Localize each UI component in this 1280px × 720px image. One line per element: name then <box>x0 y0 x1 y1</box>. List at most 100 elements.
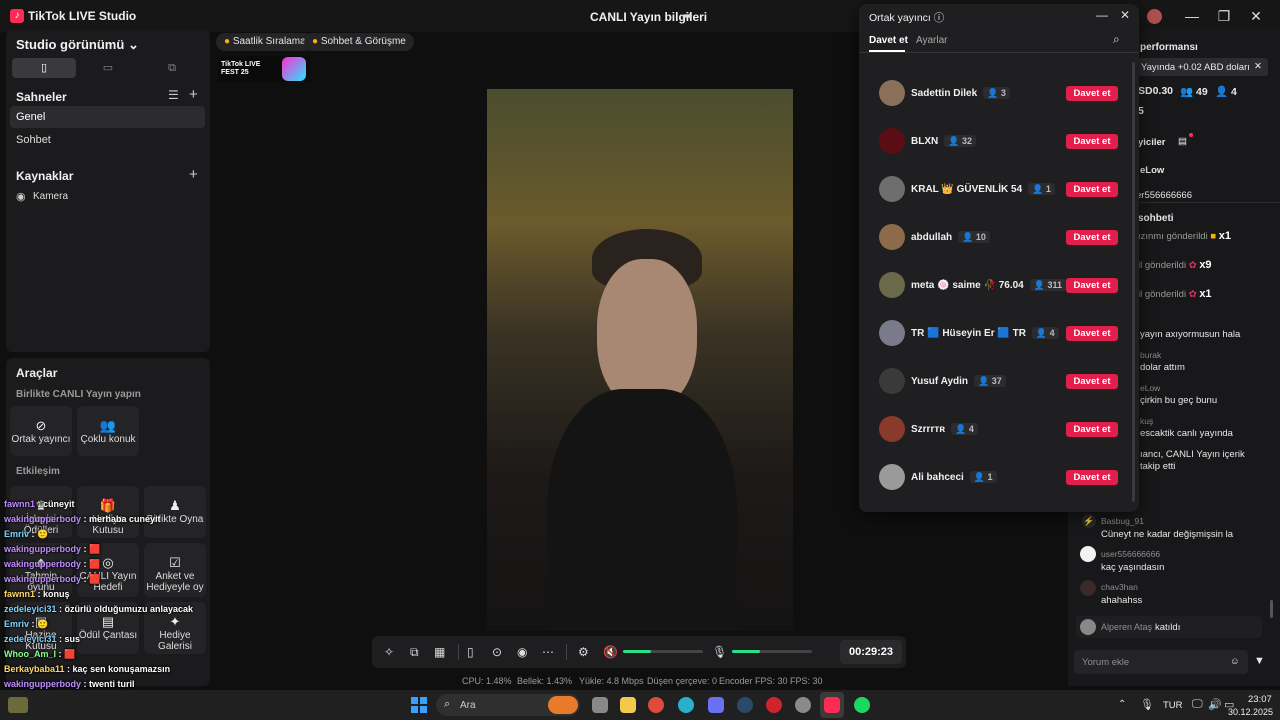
gift-row: il gönderildi ✿ x1 <box>1138 288 1212 300</box>
invite-button[interactable]: Davet et <box>1066 422 1118 437</box>
chat-user: Basbug_91 <box>1101 516 1145 526</box>
studio-view-dropdown[interactable]: Studio görünümü ⌄ <box>16 37 139 53</box>
user-icon: 👤 <box>973 472 986 482</box>
volume-icon[interactable]: 🔊 <box>1208 698 1222 711</box>
mic-tray-icon[interactable]: 🎙 <box>1140 698 1154 711</box>
file-explorer-icon[interactable] <box>620 697 636 713</box>
live-fest-badge[interactable]: TikTok LIVE FEST 25 <box>218 56 310 82</box>
invitee-avatar <box>879 272 905 298</box>
widgets-icon[interactable] <box>8 697 28 713</box>
scene-item-sohbet[interactable]: Sohbet <box>16 134 51 146</box>
invite-button[interactable]: Davet et <box>1066 374 1118 389</box>
camera-icon: ◉ <box>16 191 26 203</box>
multi-guest-tool[interactable]: 👥 Çoklu konuk <box>77 406 139 456</box>
chat-message: takip etti <box>1140 461 1176 472</box>
invite-panel-title: Ortak yayıncı ⓘ <box>869 12 945 24</box>
invitee-avatar <box>879 128 905 154</box>
portrait-view-button[interactable]: ▯ <box>12 58 76 78</box>
sources-title: Kaynaklar <box>16 169 74 183</box>
add-scene-icon[interactable]: + <box>189 86 198 103</box>
speaker-mute-icon[interactable]: 🔇 <box>603 645 618 659</box>
invitee-avatar <box>879 320 905 346</box>
close-icon[interactable]: ✕ <box>1242 6 1270 26</box>
volume-slider[interactable] <box>623 650 703 653</box>
share-icon[interactable]: ➦ <box>682 8 693 24</box>
user-icon: 👤 <box>962 232 974 242</box>
close-banner-icon[interactable]: ✕ <box>1254 61 1262 72</box>
pill-label: Saatlik Sıralama <box>232 36 306 47</box>
maximize-icon[interactable]: ❐ <box>1210 6 1238 26</box>
invite-button[interactable]: Davet et <box>1066 230 1118 245</box>
edge-icon[interactable] <box>678 697 694 713</box>
invite-button[interactable]: Davet et <box>1066 326 1118 341</box>
windows-start-icon[interactable] <box>411 697 427 713</box>
steam-icon[interactable] <box>737 697 753 713</box>
app-title: TikTok LIVE Studio <box>28 9 137 23</box>
phone-icon[interactable]: ▯ <box>467 645 474 659</box>
poll-tool[interactable]: ☑ Anket ve Hediyeyle oy <box>144 543 206 597</box>
chat-user: burak <box>1140 350 1162 360</box>
chat-avatar <box>1080 546 1096 562</box>
invite-button[interactable]: Davet et <box>1066 134 1118 149</box>
chat-meet-pill[interactable]: ● Sohbet & Görüşme <box>304 33 414 51</box>
panel-scrollbar[interactable] <box>1132 62 1135 502</box>
follow-icon: 👤 <box>1215 86 1229 98</box>
more-icon[interactable]: ⋯ <box>542 645 554 659</box>
invite-button[interactable]: Davet et <box>1066 182 1118 197</box>
interaction-title: Etkileşim <box>16 466 60 477</box>
gift-box-tool[interactable]: 🎁 Hediye Kutusu <box>77 486 139 538</box>
task-view-icon[interactable] <box>592 697 608 713</box>
game-app-icon[interactable] <box>795 697 811 713</box>
clock-date[interactable]: 30.12.2025 <box>1228 707 1273 717</box>
minimize-panel-icon[interactable]: — <box>1096 8 1108 22</box>
list-icon[interactable]: ☰ <box>168 88 179 102</box>
dual-view-button[interactable]: ⧉ <box>140 58 204 78</box>
minimize-icon[interactable]: — <box>1178 6 1206 26</box>
settings-sliders-icon[interactable]: ⚙ <box>578 645 589 659</box>
invitee-follower-count: 👤 1 <box>1028 183 1055 195</box>
tiktok-live-studio-icon[interactable] <box>824 697 840 713</box>
search-icon[interactable]: ⌕ <box>1113 32 1120 47</box>
emoji-icon[interactable]: ☺ <box>1230 656 1240 667</box>
invite-button[interactable]: Davet et <box>1066 278 1118 293</box>
language-indicator[interactable]: TUR <box>1163 700 1183 711</box>
filter-icon[interactable]: ▼ <box>1254 655 1265 667</box>
add-source-icon[interactable]: + <box>189 166 198 183</box>
enhance-icon[interactable]: ⧉ <box>410 645 419 660</box>
tray-chevron-icon[interactable]: ⌃ <box>1118 699 1126 710</box>
opera-icon[interactable] <box>766 697 782 713</box>
gallery-icon: ✦ <box>169 614 181 629</box>
invite-button[interactable]: Davet et <box>1066 470 1118 485</box>
close-panel-icon[interactable]: ✕ <box>1120 8 1130 22</box>
hourly-ranking-pill[interactable]: ● Saatlik Sıralama <box>216 33 314 51</box>
clock-time[interactable]: 23:07 <box>1248 694 1272 705</box>
profile-avatar[interactable] <box>1147 9 1162 24</box>
chrome-icon[interactable] <box>648 697 664 713</box>
tab-settings[interactable]: Ayarlar <box>916 35 948 46</box>
effects-icon[interactable]: ✧ <box>384 645 394 659</box>
chat-message: escaktik canlı yayında <box>1140 428 1233 439</box>
mic-slider[interactable] <box>732 650 812 653</box>
camera-switch-icon[interactable]: ◉ <box>517 645 527 659</box>
record-icon[interactable]: ⊙ <box>492 645 502 659</box>
cohost-tool[interactable]: ⊘ Ortak yayıncı <box>10 406 72 456</box>
tab-invite[interactable]: Davet et <box>869 35 908 46</box>
viewers-list-icon[interactable]: ▤ <box>1178 136 1187 147</box>
landscape-view-button[interactable]: ▭ <box>76 58 140 78</box>
network-icon[interactable]: 🖵 <box>1192 698 1203 711</box>
invitee-name: abdullah 👤 10 <box>911 231 990 243</box>
viewer-name-2: er556666666 <box>1136 190 1192 200</box>
viewers-label[interactable]: yiciler <box>1138 137 1165 148</box>
play-together-tool[interactable]: ♟ Birlikte Oyna <box>144 486 206 538</box>
discord-icon[interactable] <box>708 697 724 713</box>
overlay-chat-line: wakingupperbody : 🟥 <box>4 544 101 554</box>
microphone-icon[interactable]: 🎙 <box>712 645 727 659</box>
search-highlight-icon[interactable] <box>548 696 578 714</box>
spotify-icon[interactable] <box>854 697 870 713</box>
scrollbar[interactable] <box>1270 600 1273 618</box>
chat-icon: ● <box>312 36 319 47</box>
source-item-camera[interactable]: Kamera <box>33 191 68 202</box>
layout-icon[interactable]: ▦ <box>434 645 445 659</box>
invite-button[interactable]: Davet et <box>1066 86 1118 101</box>
overlay-chat-line: zedeleyici31 : sus <box>4 634 81 644</box>
